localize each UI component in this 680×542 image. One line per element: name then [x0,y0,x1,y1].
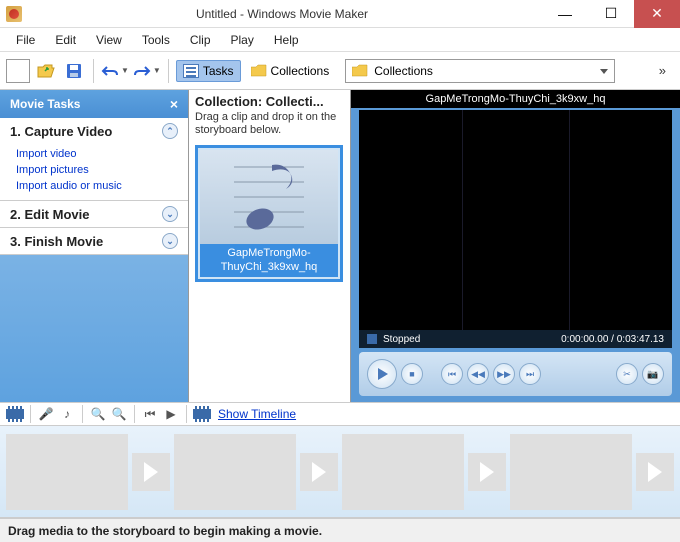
menu-clip[interactable]: Clip [182,30,219,50]
split-button[interactable]: ✂ [616,363,638,385]
task-sidebar: Movie Tasks × 1. Capture Video ⌃ Import … [0,90,189,402]
window-title: Untitled - Windows Movie Maker [22,7,542,21]
collection-select[interactable]: Collections [345,59,615,83]
storyboard-slot[interactable] [510,434,632,510]
tasks-button[interactable]: Tasks [176,60,241,82]
narrate-button[interactable]: 🎤 [37,405,55,423]
menu-view[interactable]: View [88,30,130,50]
collections-label: Collections [271,64,330,78]
collection-hint: Drag a clip and drop it on the storyboar… [195,111,344,137]
chevron-down-icon[interactable]: ⌄ [162,233,178,249]
timeline-icon [193,406,211,422]
rewind-timeline-button[interactable]: ⏮ [141,405,159,423]
task-group-title: 1. Capture Video [10,124,112,139]
collections-button[interactable]: Collections [245,61,336,81]
clip-thumbnail[interactable]: GapMeTrongMo-ThuyChi_3k9xw_hq [195,145,343,281]
menubar: File Edit View Tools Clip Play Help [0,28,680,52]
snapshot-button[interactable]: 📷 [642,363,664,385]
link-import-video[interactable]: Import video [16,146,188,162]
app-icon [6,6,22,22]
playback-controls: ■ ⏮ ◀◀ ▶▶ ⏭ ✂ 📷 [359,352,672,396]
playback-time: 0:00:00.00 / 0:03:47.13 [561,334,664,345]
task-group-finish: 3. Finish Movie ⌄ [0,228,188,255]
show-timeline-link[interactable]: Show Timeline [218,407,296,421]
menu-edit[interactable]: Edit [47,30,84,50]
redo-button[interactable]: ▼ [133,64,161,78]
storyboard-slot[interactable] [6,434,128,510]
new-button[interactable] [6,59,30,83]
zoom-out-button[interactable]: 🔍 [110,405,128,423]
stop-button[interactable]: ■ [401,363,423,385]
task-group-header[interactable]: 2. Edit Movie ⌄ [0,201,188,227]
collection-header: Collection: Collecti... [195,94,344,109]
menu-tools[interactable]: Tools [134,30,178,50]
tasks-icon [183,64,199,78]
toolbar-overflow-icon[interactable]: » [651,63,674,78]
sidebar-header: Movie Tasks × [0,90,188,118]
task-group-title: 2. Edit Movie [10,207,89,222]
storyboard-icon[interactable] [6,406,24,422]
zoom-in-button[interactable]: 🔍 [89,405,107,423]
preview-title: GapMeTrongMo-ThuyChi_3k9xw_hq [351,90,680,108]
play-button[interactable] [367,359,397,389]
music-note-icon [234,157,304,237]
play-timeline-button[interactable]: ▶ [162,405,180,423]
undo-dropdown-icon[interactable]: ▼ [121,66,129,75]
status-text: Drag media to the storyboard to begin ma… [8,524,322,538]
timeline-toolbar: 🎤 ♪ 🔍 🔍 ⏮ ▶ Show Timeline [0,402,680,426]
link-import-audio[interactable]: Import audio or music [16,178,188,194]
transition-slot[interactable] [300,453,338,491]
task-group-capture: 1. Capture Video ⌃ Import video Import p… [0,118,188,201]
minimize-button[interactable]: — [542,0,588,28]
maximize-button[interactable]: ☐ [588,0,634,28]
transition-slot[interactable] [636,453,674,491]
collection-select-value: Collections [374,64,433,78]
audio-levels-button[interactable]: ♪ [58,405,76,423]
chevron-up-icon[interactable]: ⌃ [162,123,178,139]
menu-file[interactable]: File [8,30,43,50]
task-group-edit: 2. Edit Movie ⌄ [0,201,188,228]
prev-button[interactable]: ⏮ [441,363,463,385]
undo-button[interactable]: ▼ [101,64,129,78]
chevron-down-icon[interactable]: ⌄ [162,206,178,222]
task-group-header[interactable]: 1. Capture Video ⌃ [0,118,188,144]
preview-video[interactable] [359,110,672,330]
tasks-label: Tasks [203,64,234,78]
close-button[interactable]: ✕ [634,0,680,28]
forward-button[interactable]: ▶▶ [493,363,515,385]
menu-play[interactable]: Play [223,30,262,50]
task-group-header[interactable]: 3. Finish Movie ⌄ [0,228,188,254]
toolbar: ▼ ▼ Tasks Collections Collections » [0,52,680,90]
storyboard[interactable] [0,426,680,518]
folder-icon [251,64,267,77]
redo-dropdown-icon[interactable]: ▼ [153,66,161,75]
clip-label: GapMeTrongMo-ThuyChi_3k9xw_hq [200,244,338,276]
collection-pane: Collection: Collecti... Drag a clip and … [189,90,351,402]
task-group-title: 3. Finish Movie [10,234,103,249]
menu-help[interactable]: Help [266,30,307,50]
next-button[interactable]: ⏭ [519,363,541,385]
open-button[interactable] [34,59,58,83]
transition-slot[interactable] [132,453,170,491]
link-import-pictures[interactable]: Import pictures [16,162,188,178]
rewind-button[interactable]: ◀◀ [467,363,489,385]
sidebar-title: Movie Tasks [10,97,80,111]
preview-pane: GapMeTrongMo-ThuyChi_3k9xw_hq Stopped 0:… [351,90,680,402]
playback-state: Stopped [383,334,420,345]
save-button[interactable] [62,59,86,83]
statusbar: Drag media to the storyboard to begin ma… [0,518,680,542]
stop-indicator-icon [367,334,377,344]
titlebar: Untitled - Windows Movie Maker — ☐ ✕ [0,0,680,28]
preview-status-bar: Stopped 0:00:00.00 / 0:03:47.13 [359,330,672,348]
sidebar-close-icon[interactable]: × [170,96,178,112]
transition-slot[interactable] [468,453,506,491]
storyboard-slot[interactable] [174,434,296,510]
folder-icon [352,64,368,77]
storyboard-slot[interactable] [342,434,464,510]
